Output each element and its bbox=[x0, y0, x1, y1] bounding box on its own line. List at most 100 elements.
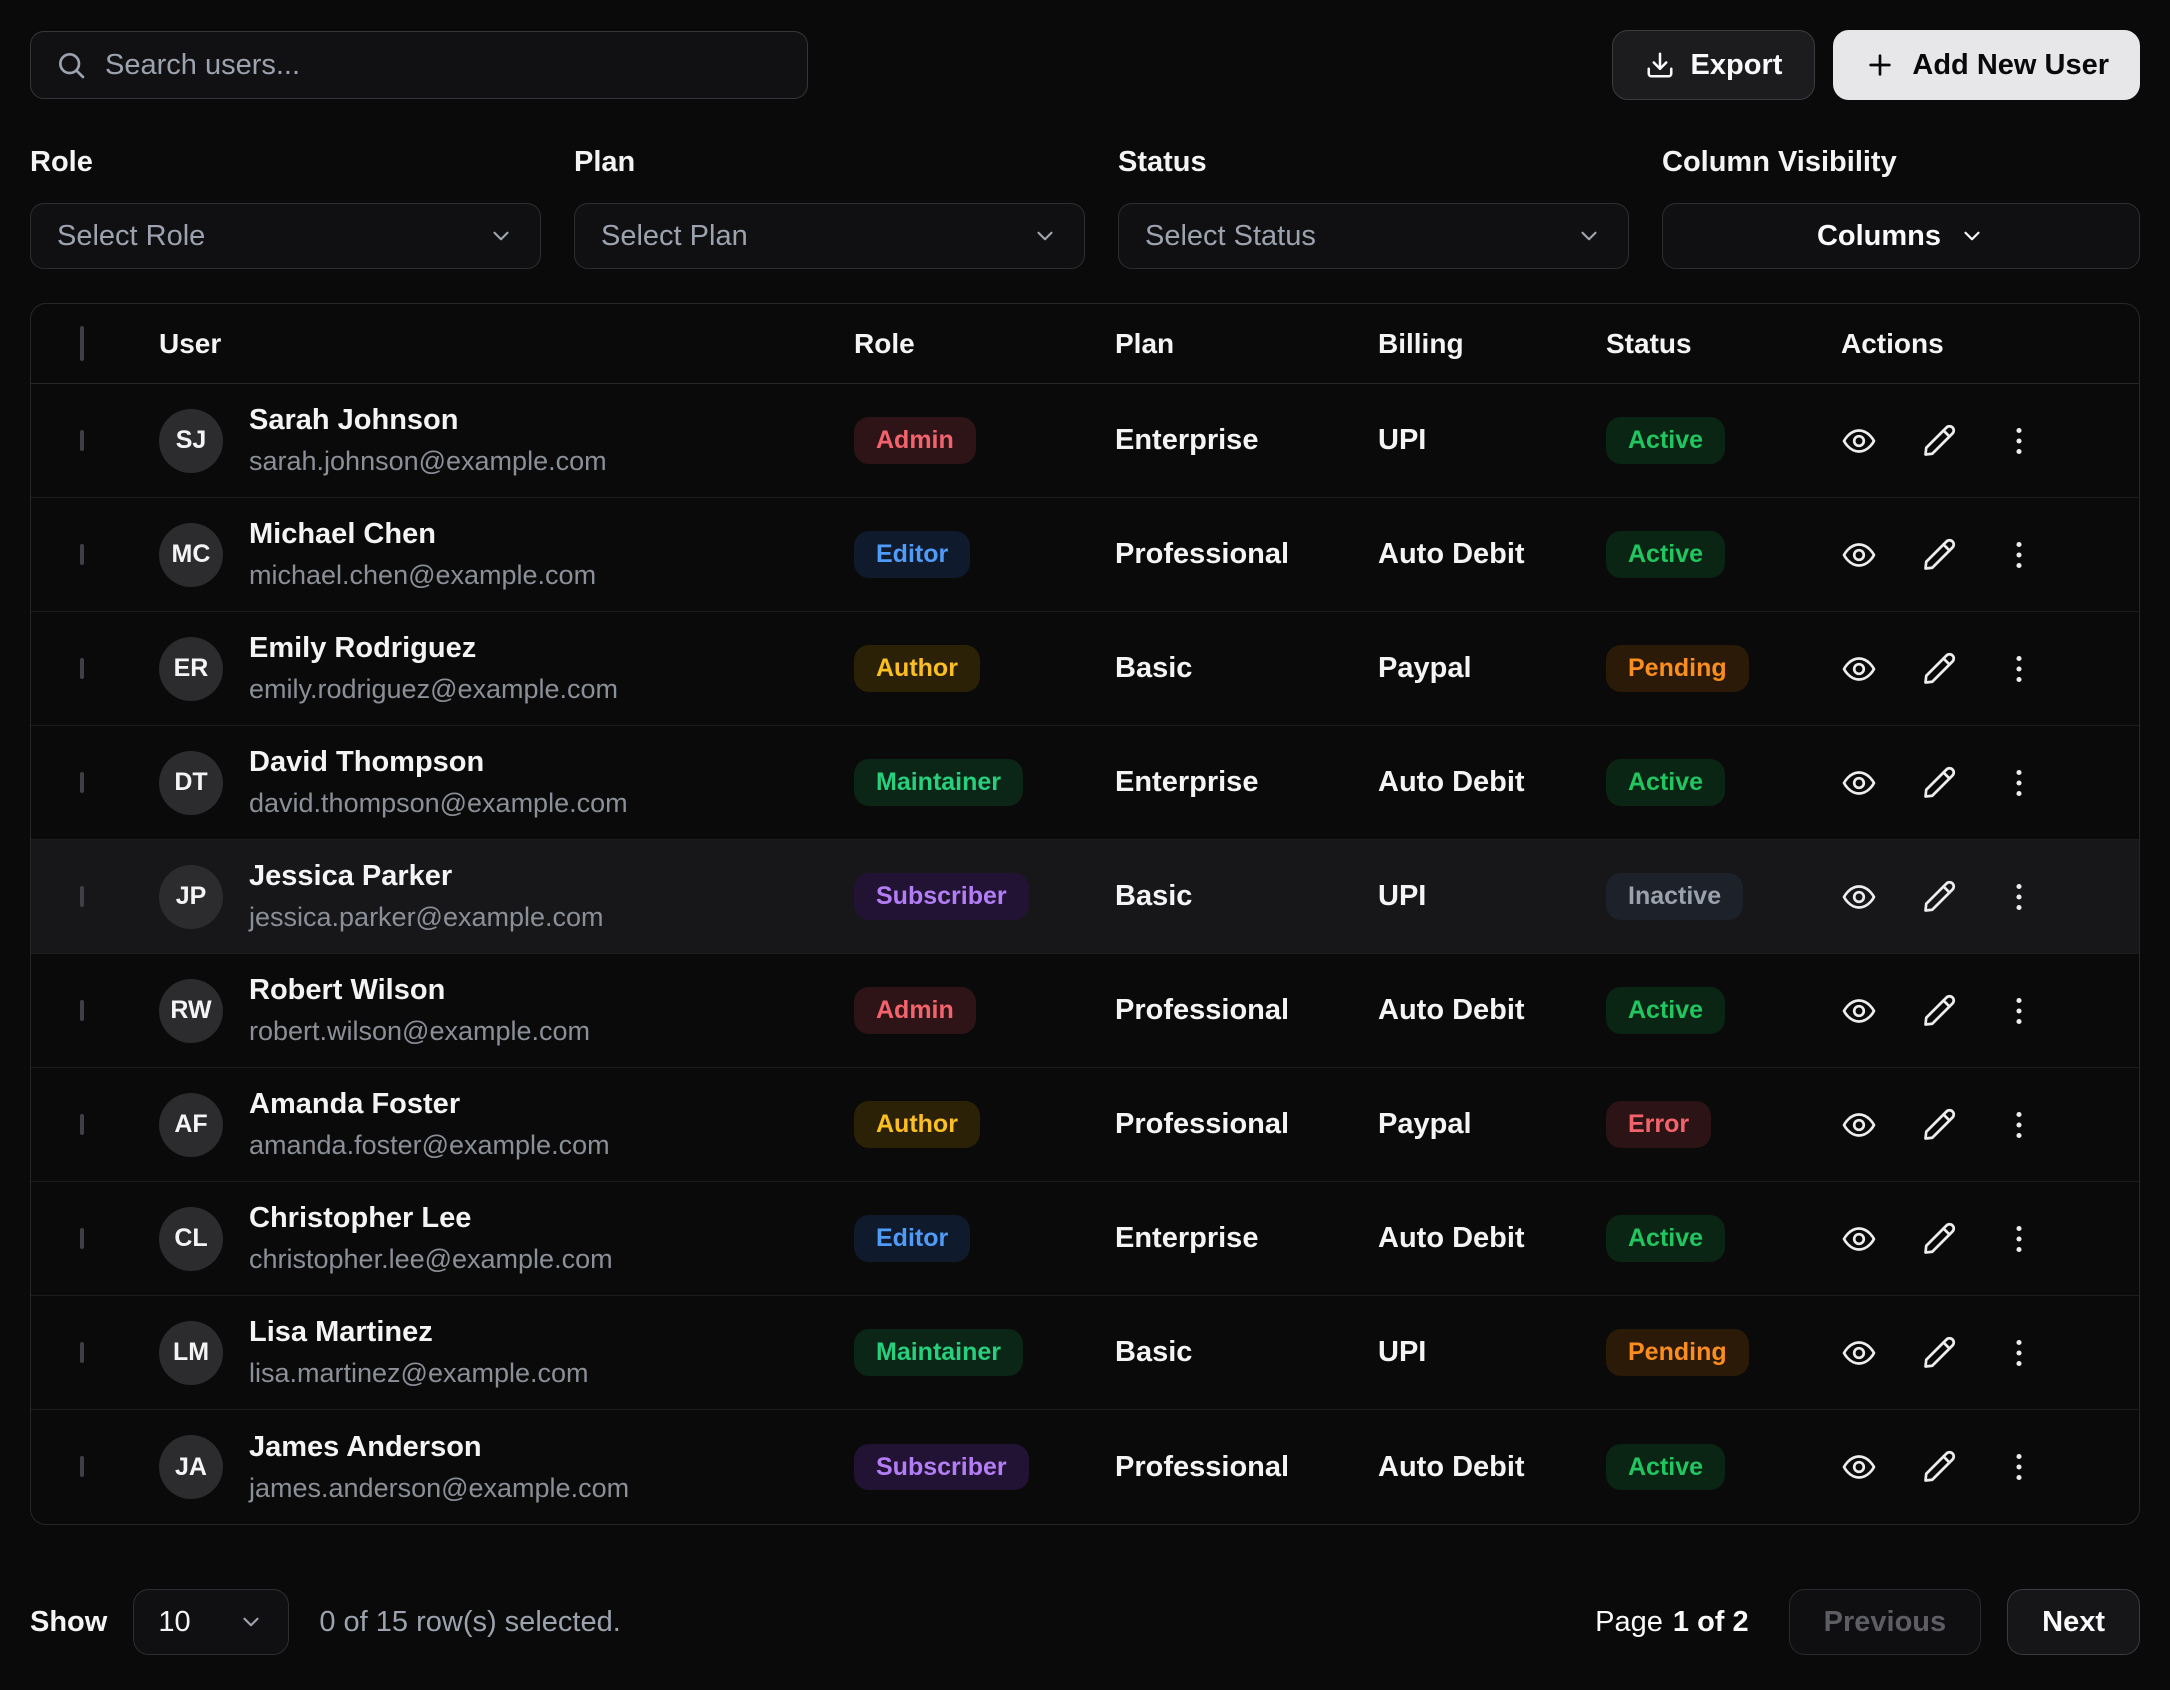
page-size-value: 10 bbox=[158, 1606, 190, 1639]
more-actions-button[interactable] bbox=[2001, 651, 2037, 687]
more-actions-button[interactable] bbox=[2001, 1335, 2037, 1371]
edit-button[interactable] bbox=[1921, 993, 1957, 1029]
view-button[interactable] bbox=[1841, 1221, 1877, 1257]
status-filter-label: Status bbox=[1118, 146, 1629, 179]
eye-icon bbox=[1841, 651, 1877, 687]
status-badge: Pending bbox=[1606, 645, 1749, 692]
more-actions-button[interactable] bbox=[2001, 765, 2037, 801]
role-select[interactable]: Select Role bbox=[30, 203, 541, 269]
status-select[interactable]: Select Status bbox=[1118, 203, 1629, 269]
search-input[interactable] bbox=[105, 49, 783, 82]
edit-button[interactable] bbox=[1921, 1449, 1957, 1485]
eye-icon bbox=[1841, 993, 1877, 1029]
user-email: emily.rodriguez@example.com bbox=[249, 674, 618, 705]
plan-cell: Professional bbox=[1115, 1451, 1378, 1484]
table-row[interactable]: MC Michael Chen michael.chen@example.com… bbox=[31, 498, 2139, 612]
previous-page-button[interactable]: Previous bbox=[1789, 1589, 1982, 1655]
header-status: Status bbox=[1606, 328, 1841, 360]
page-label: Page bbox=[1595, 1606, 1663, 1638]
row-checkbox[interactable] bbox=[80, 886, 84, 907]
toolbar-actions: Export Add New User bbox=[1612, 30, 2140, 100]
download-icon bbox=[1645, 50, 1675, 80]
table-row[interactable]: CL Christopher Lee christopher.lee@examp… bbox=[31, 1182, 2139, 1296]
user-cell: MC Michael Chen michael.chen@example.com bbox=[159, 518, 854, 591]
edit-button[interactable] bbox=[1921, 537, 1957, 573]
row-checkbox[interactable] bbox=[80, 1228, 84, 1249]
edit-button[interactable] bbox=[1921, 879, 1957, 915]
header-user: User bbox=[159, 328, 854, 360]
chevron-down-icon bbox=[1576, 223, 1602, 249]
status-badge: Active bbox=[1606, 531, 1725, 578]
actions-cell bbox=[1841, 765, 2140, 801]
more-actions-button[interactable] bbox=[2001, 1221, 2037, 1257]
row-checkbox[interactable] bbox=[80, 1456, 84, 1477]
more-actions-button[interactable] bbox=[2001, 993, 2037, 1029]
row-checkbox[interactable] bbox=[80, 544, 84, 565]
row-checkbox[interactable] bbox=[80, 1342, 84, 1363]
eye-icon bbox=[1841, 879, 1877, 915]
view-button[interactable] bbox=[1841, 879, 1877, 915]
show-label: Show bbox=[30, 1606, 107, 1639]
edit-button[interactable] bbox=[1921, 423, 1957, 459]
next-page-button[interactable]: Next bbox=[2007, 1589, 2140, 1655]
table-header-row: User Role Plan Billing Status Actions bbox=[31, 304, 2139, 384]
plan-select[interactable]: Select Plan bbox=[574, 203, 1085, 269]
avatar: JA bbox=[159, 1435, 223, 1499]
billing-cell: Paypal bbox=[1378, 652, 1606, 685]
row-checkbox[interactable] bbox=[80, 1114, 84, 1135]
edit-button[interactable] bbox=[1921, 1221, 1957, 1257]
add-new-user-button[interactable]: Add New User bbox=[1833, 30, 2140, 100]
table-row[interactable]: ER Emily Rodriguez emily.rodriguez@examp… bbox=[31, 612, 2139, 726]
more-actions-button[interactable] bbox=[2001, 1107, 2037, 1143]
more-actions-button[interactable] bbox=[2001, 537, 2037, 573]
view-button[interactable] bbox=[1841, 1449, 1877, 1485]
edit-button[interactable] bbox=[1921, 1107, 1957, 1143]
view-button[interactable] bbox=[1841, 423, 1877, 459]
columns-button[interactable]: Columns bbox=[1662, 203, 2140, 269]
page-size-select[interactable]: 10 bbox=[133, 1589, 289, 1655]
view-button[interactable] bbox=[1841, 1335, 1877, 1371]
plan-cell: Professional bbox=[1115, 1108, 1378, 1141]
header-billing: Billing bbox=[1378, 328, 1606, 360]
view-button[interactable] bbox=[1841, 1107, 1877, 1143]
row-checkbox[interactable] bbox=[80, 430, 84, 451]
table-row[interactable]: JA James Anderson james.anderson@example… bbox=[31, 1410, 2139, 1524]
edit-button[interactable] bbox=[1921, 1335, 1957, 1371]
search-box[interactable] bbox=[30, 31, 808, 99]
user-email: robert.wilson@example.com bbox=[249, 1016, 590, 1047]
kebab-vertical-icon bbox=[2001, 765, 2037, 801]
search-icon bbox=[55, 49, 87, 81]
avatar: AF bbox=[159, 1093, 223, 1157]
user-name: Emily Rodriguez bbox=[249, 632, 618, 665]
table-row[interactable]: SJ Sarah Johnson sarah.johnson@example.c… bbox=[31, 384, 2139, 498]
row-checkbox[interactable] bbox=[80, 1000, 84, 1021]
role-badge: Subscriber bbox=[854, 873, 1029, 920]
select-all-checkbox[interactable] bbox=[80, 326, 84, 361]
kebab-vertical-icon bbox=[2001, 651, 2037, 687]
user-cell: JP Jessica Parker jessica.parker@example… bbox=[159, 860, 854, 933]
more-actions-button[interactable] bbox=[2001, 423, 2037, 459]
table-row[interactable]: RW Robert Wilson robert.wilson@example.c… bbox=[31, 954, 2139, 1068]
user-email: amanda.foster@example.com bbox=[249, 1130, 610, 1161]
edit-button[interactable] bbox=[1921, 651, 1957, 687]
view-button[interactable] bbox=[1841, 993, 1877, 1029]
status-badge: Active bbox=[1606, 417, 1725, 464]
table-row[interactable]: AF Amanda Foster amanda.foster@example.c… bbox=[31, 1068, 2139, 1182]
pencil-icon bbox=[1921, 537, 1957, 573]
edit-button[interactable] bbox=[1921, 765, 1957, 801]
more-actions-button[interactable] bbox=[2001, 879, 2037, 915]
filter-role: Role Select Role bbox=[30, 146, 541, 269]
table-row[interactable]: JP Jessica Parker jessica.parker@example… bbox=[31, 840, 2139, 954]
footer-right: Page1 of 2 Previous Next bbox=[1595, 1589, 2140, 1655]
row-checkbox[interactable] bbox=[80, 658, 84, 679]
role-badge: Subscriber bbox=[854, 1444, 1029, 1491]
view-button[interactable] bbox=[1841, 537, 1877, 573]
more-actions-button[interactable] bbox=[2001, 1449, 2037, 1485]
view-button[interactable] bbox=[1841, 651, 1877, 687]
view-button[interactable] bbox=[1841, 765, 1877, 801]
table-row[interactable]: LM Lisa Martinez lisa.martinez@example.c… bbox=[31, 1296, 2139, 1410]
table-row[interactable]: DT David Thompson david.thompson@example… bbox=[31, 726, 2139, 840]
export-button[interactable]: Export bbox=[1612, 30, 1816, 100]
plan-cell: Enterprise bbox=[1115, 1222, 1378, 1255]
row-checkbox[interactable] bbox=[80, 772, 84, 793]
